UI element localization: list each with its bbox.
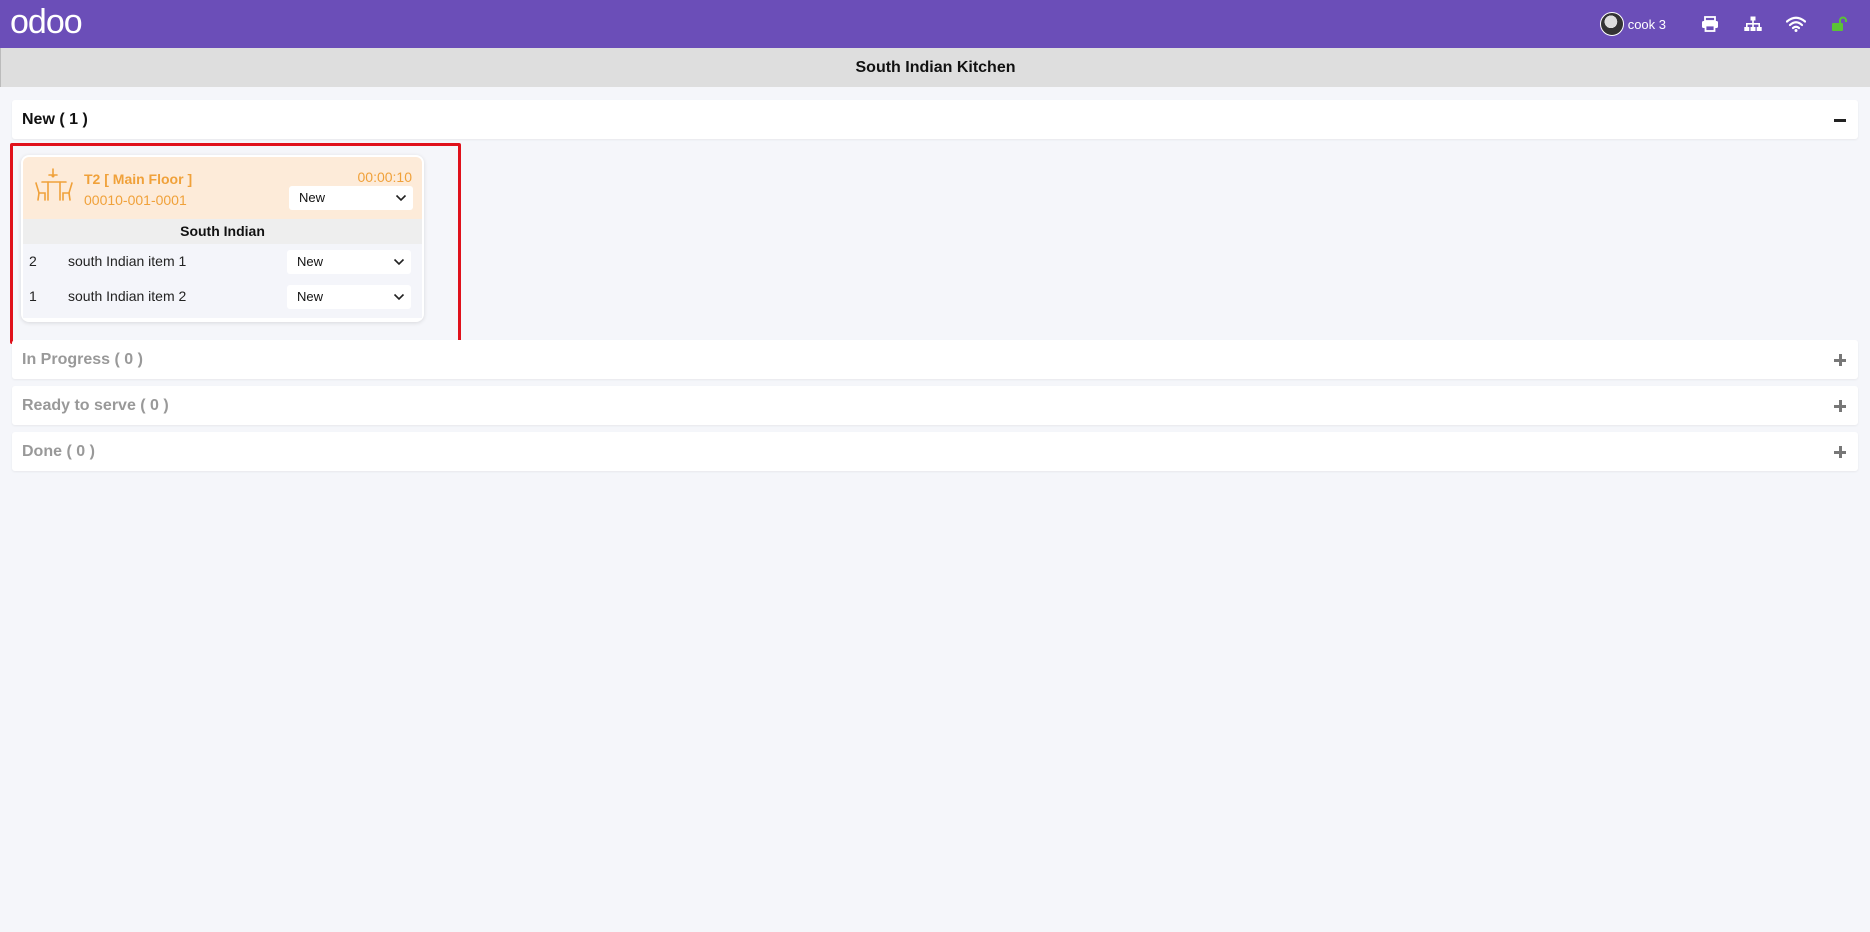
section-done-label: Done ( 0 ) [22, 442, 95, 460]
line-status-select[interactable]: New [287, 285, 411, 309]
order-timer: 00:00:10 [357, 169, 413, 185]
unlock-icon[interactable] [1817, 0, 1860, 48]
odoo-logo[interactable]: odoo [10, 0, 83, 46]
wifi-icon[interactable] [1774, 0, 1817, 48]
section-new-header[interactable]: New ( 1 ) [12, 100, 1858, 139]
line-status-value: New [297, 289, 324, 304]
section-done-header[interactable]: Done ( 0 ) [12, 432, 1858, 471]
section-ready-header[interactable]: Ready to serve ( 0 ) [12, 386, 1858, 425]
plus-icon[interactable] [1832, 352, 1848, 368]
order-status-value: New [299, 190, 326, 205]
order-reference: 00010-001-0001 [84, 192, 187, 208]
sitemap-icon[interactable] [1731, 0, 1774, 48]
plus-icon[interactable] [1832, 444, 1848, 460]
order-status-select[interactable]: New [289, 186, 413, 210]
order-line: 1 south Indian item 2 New [23, 279, 422, 314]
user-name: cook 3 [1627, 16, 1666, 32]
line-qty: 1 [29, 288, 37, 304]
chevron-down-icon [393, 258, 405, 266]
section-ready-label: Ready to serve ( 0 ) [22, 396, 169, 414]
dining-table-icon [35, 168, 73, 201]
line-qty: 2 [29, 253, 37, 269]
order-line: 2 south Indian item 1 New [23, 244, 422, 279]
order-card[interactable]: T2 [ Main Floor ] 00010-001-0001 00:00:1… [21, 155, 424, 322]
section-in-progress-label: In Progress ( 0 ) [22, 350, 143, 368]
avatar [1599, 12, 1624, 36]
section-new-label: New ( 1 ) [22, 110, 88, 128]
user-menu[interactable]: cook 3 [1599, 12, 1666, 36]
line-status-value: New [297, 254, 324, 269]
plus-icon[interactable] [1832, 398, 1848, 414]
order-card-header: T2 [ Main Floor ] 00010-001-0001 00:00:1… [23, 157, 422, 219]
order-lines: 2 south Indian item 1 New 1 south Indian… [23, 244, 422, 318]
section-in-progress-header[interactable]: In Progress ( 0 ) [12, 340, 1858, 379]
printer-icon[interactable] [1688, 0, 1731, 48]
table-name: T2 [ Main Floor ] [84, 171, 193, 187]
minus-icon[interactable] [1832, 112, 1848, 128]
line-status-select[interactable]: New [287, 250, 411, 274]
line-name: south Indian item 2 [68, 288, 187, 304]
line-name: south Indian item 1 [68, 253, 187, 269]
navbar-right: cook 3 [1599, 0, 1860, 48]
category-label: South Indian [23, 219, 422, 244]
chevron-down-icon [393, 293, 405, 301]
top-navbar: odoo cook 3 [0, 0, 1870, 48]
chevron-down-icon [395, 194, 407, 202]
kitchen-title: South Indian Kitchen [0, 48, 1870, 87]
